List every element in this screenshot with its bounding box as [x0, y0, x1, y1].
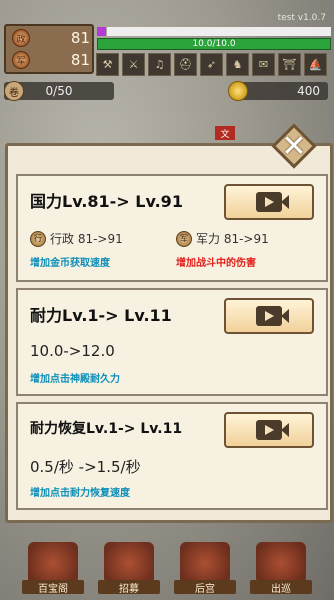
- scroll-icon[interactable]: ✉: [252, 53, 275, 76]
- coin-count-text: 400: [297, 84, 320, 98]
- watch-video-button[interactable]: [224, 184, 314, 220]
- nav-label: 后宫: [174, 580, 236, 595]
- upgrade-dialog: 国力Lv.81-> Lv.91 行 行政 81->91 军 军力 81->91 …: [5, 143, 333, 523]
- card-title: 耐力Lv.1-> Lv.11: [30, 306, 172, 325]
- lute-icon[interactable]: ♫: [148, 53, 171, 76]
- card-title: 国力Lv.81-> Lv.91: [30, 192, 183, 211]
- stamina-value: 10.0->12.0: [30, 342, 115, 360]
- close-icon: ✕: [281, 128, 307, 164]
- stat-top-value: 81: [70, 29, 90, 47]
- nav-harem-button[interactable]: 后宫: [174, 538, 236, 596]
- coin-icon: [228, 81, 248, 101]
- watch-video-button[interactable]: [224, 298, 314, 334]
- stat-bottom-value: 81: [70, 51, 90, 69]
- watch-video-button[interactable]: [224, 412, 314, 448]
- bottom-nav: 百宝阁 招募 后宫 出巡: [0, 538, 334, 600]
- gate-icon[interactable]: ⛩: [278, 53, 301, 76]
- recruit-icon: [104, 542, 154, 584]
- nav-treasure-button[interactable]: 百宝阁: [22, 538, 84, 596]
- equipment-row: ⚒ ⚔ ♫ ⛑ ➶ ♞ ✉ ⛩ ⛵: [96, 53, 327, 76]
- treasure-chest-icon: [28, 542, 78, 584]
- weapon-icon[interactable]: ⚔: [122, 53, 145, 76]
- red-seal-badge: 文: [215, 126, 235, 140]
- close-button[interactable]: ✕: [270, 122, 318, 170]
- video-camera-icon: [256, 306, 282, 326]
- horse-icon[interactable]: ♞: [226, 53, 249, 76]
- nav-label: 招募: [98, 580, 160, 595]
- version-label: test v1.0.7: [277, 13, 326, 23]
- scroll-count-text: 0/50: [45, 84, 73, 98]
- harem-icon: [180, 542, 230, 584]
- attr-military: 军 军力 81->91: [176, 230, 269, 247]
- nav-patrol-button[interactable]: 出巡: [250, 538, 312, 596]
- upgrade-card-stamina-recovery: 耐力恢复Lv.1-> Lv.11 0.5/秒 ->1.5/秒 增加点击耐力恢复速…: [16, 402, 328, 510]
- buff-indicator: [97, 27, 106, 36]
- axe-icon[interactable]: ⚒: [96, 53, 119, 76]
- hp-text: 10.0/10.0: [192, 39, 236, 49]
- nav-label: 百宝阁: [22, 580, 84, 595]
- video-camera-icon: [256, 192, 282, 212]
- helmet-icon[interactable]: ⛑: [174, 53, 197, 76]
- hp-bar: 10.0/10.0: [97, 38, 331, 50]
- military-icon: 军: [12, 51, 30, 69]
- stamina-recovery-value: 0.5/秒 ->1.5/秒: [30, 458, 141, 476]
- administration-icon: 政: [12, 29, 30, 47]
- military-icon: 军: [176, 230, 192, 247]
- nav-label: 出巡: [250, 580, 312, 595]
- player-stats-box: 政 81 军 81: [4, 24, 94, 74]
- attr-administration-desc: 增加金币获取速度: [30, 258, 110, 269]
- video-camera-icon: [256, 420, 282, 440]
- attr-military-text: 军力 81->91: [196, 232, 269, 246]
- attr-military-desc: 增加战斗中的伤害: [176, 258, 256, 269]
- card-title: 耐力恢复Lv.1-> Lv.11: [30, 421, 183, 437]
- upgrade-card-stamina: 耐力Lv.1-> Lv.11 10.0->12.0 增加点击神殿耐久力: [16, 288, 328, 396]
- progress-track: [107, 27, 331, 36]
- attr-administration: 行 行政 81->91: [30, 230, 123, 247]
- upgrade-card-national-power: 国力Lv.81-> Lv.91 行 行政 81->91 军 军力 81->91 …: [16, 174, 328, 282]
- attr-administration-text: 行政 81->91: [50, 232, 123, 246]
- nav-recruit-button[interactable]: 招募: [98, 538, 160, 596]
- stamina-desc: 增加点击神殿耐久力: [30, 374, 120, 385]
- patrol-icon: [256, 542, 306, 584]
- stamina-recovery-desc: 增加点击耐力恢复速度: [30, 488, 130, 499]
- bow-icon[interactable]: ➶: [200, 53, 223, 76]
- scroll-resource-icon: 卷: [4, 81, 24, 101]
- ship-icon[interactable]: ⛵: [304, 53, 327, 76]
- administration-icon: 行: [30, 230, 46, 247]
